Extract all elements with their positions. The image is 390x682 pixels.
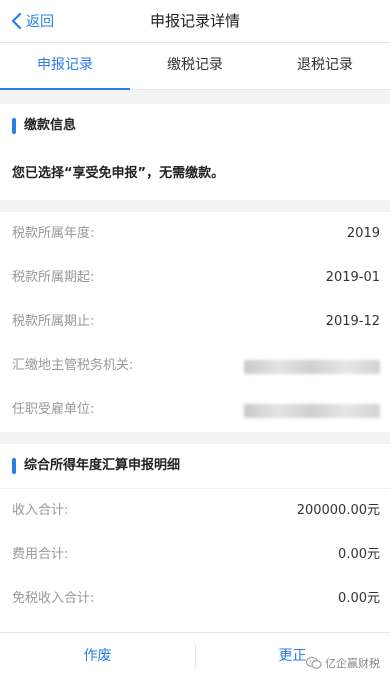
section-accent-bar (12, 458, 16, 474)
detail-label: 收入合计: (12, 503, 69, 518)
tab-declaration-records[interactable]: 申报记录 (0, 43, 130, 90)
nav-bar: 返回 申报记录详情 (0, 0, 390, 43)
info-label: 税款所属期起: (12, 270, 95, 285)
info-label: 税款所属年度: (12, 226, 95, 241)
detail-value: 200000.00元 (296, 503, 380, 518)
detail-label: 免税收入合计: (12, 591, 95, 606)
payment-section-title: 缴款信息 (24, 118, 77, 133)
info-row-tax-authority: 汇缴地主管税务机关: (0, 344, 390, 388)
page-title: 申报记录详情 (149, 12, 240, 30)
payment-notice: 您已选择“享受免申报”，无需缴款。 (0, 148, 390, 200)
section-accent-bar (12, 118, 16, 134)
detail-card: 收入合计: 200000.00元 费用合计: 0.00元 免税收入合计: 0.0… (0, 489, 390, 632)
void-button[interactable]: 作废 (0, 633, 195, 682)
tab-refund-records[interactable]: 退税记录 (260, 43, 390, 89)
payment-section-header: 缴款信息 (0, 104, 390, 149)
redacted-value (244, 360, 380, 374)
redacted-value (244, 404, 380, 418)
tab-bar: 申报记录 缴税记录 退税记录 (0, 43, 390, 90)
info-value: 2019 (346, 226, 380, 241)
info-row-period-start: 税款所属期起: 2019-01 (0, 256, 390, 300)
detail-section-title: 综合所得年度汇算申报明细 (24, 458, 181, 473)
info-row-tax-year: 税款所属年度: 2019 (0, 212, 390, 256)
detail-row-taxfree-income: 免税收入合计: 0.00元 (0, 577, 390, 621)
payment-notice-text: 您已选择“享受免申报”，无需缴款。 (12, 166, 225, 181)
info-value: 2019-12 (325, 314, 380, 329)
detail-label: 费用合计: (12, 547, 69, 562)
info-label: 任职受雇单位: (12, 402, 95, 417)
info-label: 汇缴地主管税务机关: (12, 358, 134, 373)
tab-payment-records[interactable]: 缴税记录 (130, 43, 260, 89)
wechat-logo-icon (306, 656, 322, 669)
detail-row-expense-total: 费用合计: 0.00元 (0, 533, 390, 577)
detail-value: 0.00元 (338, 591, 380, 606)
watermark: 亿企赢财税 (306, 654, 380, 672)
info-value: 2019-01 (325, 270, 380, 285)
detail-value: 0.00元 (338, 547, 380, 562)
watermark-text: 亿企赢财税 (325, 657, 380, 670)
detail-section-header: 综合所得年度汇算申报明细 (0, 444, 390, 489)
info-label: 税款所属期止: (12, 314, 95, 329)
tax-info-card: 税款所属年度: 2019 税款所属期起: 2019-01 税款所属期止: 201… (0, 212, 390, 432)
info-row-employer: 任职受雇单位: (0, 388, 390, 432)
info-row-period-end: 税款所属期止: 2019-12 (0, 300, 390, 344)
detail-row-income-total: 收入合计: 200000.00元 (0, 489, 390, 533)
